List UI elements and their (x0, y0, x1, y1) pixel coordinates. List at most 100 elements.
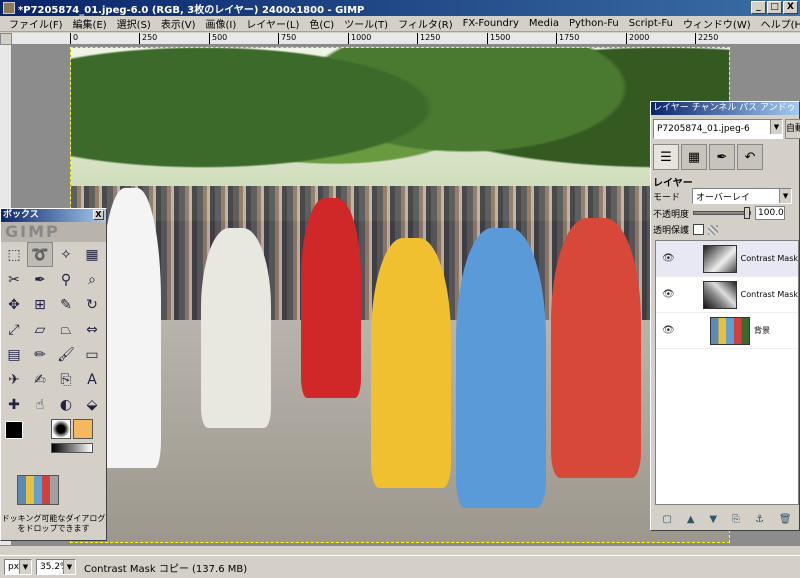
mode-select[interactable]: オーバーレイ ▼ (692, 188, 793, 204)
brush-preview[interactable] (51, 419, 71, 439)
move-icon[interactable]: ✥ (1, 292, 27, 317)
menu-image[interactable]: 画像(I) (201, 16, 242, 31)
opacity-label: 不透明度 (653, 209, 690, 220)
tab-channels-icon[interactable]: ▦ (681, 144, 707, 170)
toolbox-close-button[interactable]: X (93, 210, 104, 220)
color-select-icon[interactable]: ▦ (79, 242, 105, 267)
menu-python-fu[interactable]: Python-Fu (564, 18, 624, 29)
new-layer-icon[interactable]: ▢ (662, 514, 671, 525)
ink-icon[interactable]: ✍ (27, 367, 53, 392)
tab-layers-icon[interactable]: ☰ (653, 144, 679, 170)
close-button[interactable]: X (783, 1, 798, 14)
menu-file[interactable]: ファイル(F) (4, 16, 68, 31)
rotate-icon[interactable]: ↻ (79, 292, 105, 317)
toolbox-title-bar: ボックス X (1, 209, 106, 222)
bucket-fill-icon[interactable]: ⬙ (79, 392, 105, 417)
image-selector-combo[interactable]: P7205874_01.jpeg-6 ▼ (653, 119, 783, 139)
menu-tools[interactable]: ツール(T) (339, 16, 393, 31)
opacity-row: 不透明度 100.0 (653, 206, 786, 220)
shear-icon[interactable]: ▱ (27, 317, 53, 342)
quick-mask-corner[interactable] (0, 33, 12, 45)
clone-icon[interactable]: ⎘ (53, 367, 79, 392)
opacity-slider[interactable] (693, 207, 752, 219)
blend-icon[interactable]: ▤ (1, 342, 27, 367)
gradient-preview[interactable] (51, 443, 93, 453)
chevron-down-icon[interactable]: ▼ (770, 120, 782, 134)
chevron-down-icon[interactable]: ▼ (19, 560, 31, 574)
heal-icon[interactable]: ✚ (1, 392, 27, 417)
mode-row: モード オーバーレイ ▼ (653, 188, 793, 204)
text-icon[interactable]: A (79, 367, 105, 392)
layer-name[interactable]: Contrast Mask (741, 290, 798, 299)
eraser-icon[interactable]: ▭ (79, 342, 105, 367)
checkerboard-icon (708, 224, 719, 235)
layer-row[interactable]: 👁 Contrast Mask (656, 277, 798, 313)
menu-help[interactable]: ヘルプ(H) (756, 16, 800, 31)
menu-edit[interactable]: 編集(E) (68, 16, 112, 31)
ruler-tick: 250 (139, 33, 157, 44)
delete-layer-icon[interactable]: 🗑 (779, 514, 792, 525)
lock-alpha-checkbox[interactable] (693, 224, 705, 235)
layer-thumbnail (702, 244, 737, 273)
rect-select-icon[interactable]: ⬚ (1, 242, 27, 267)
auto-button[interactable]: 自動 (785, 119, 800, 139)
menu-windows[interactable]: ウィンドウ(W) (678, 16, 756, 31)
menu-layer[interactable]: レイヤー(L) (241, 16, 304, 31)
opacity-slider-handle[interactable] (744, 207, 751, 219)
unit-select[interactable]: px ▼ (4, 559, 32, 575)
menu-script-fu[interactable]: Script-Fu (624, 18, 678, 29)
tab-undo-icon[interactable]: ↶ (737, 144, 763, 170)
image-canvas[interactable] (70, 47, 730, 543)
ruler-tick: 0 (70, 33, 78, 44)
eye-icon[interactable]: 👁 (662, 253, 676, 264)
dock-title-bar: レイヤー チャンネル パス アンドゥ (651, 102, 799, 115)
zoom-select[interactable]: 35.2% ▼ (36, 559, 76, 575)
free-select-icon[interactable]: ➰ (27, 242, 53, 267)
layer-row[interactable]: 👁 Contrast Mask (656, 241, 798, 277)
menu-view[interactable]: 表示(V) (156, 16, 201, 31)
eye-icon[interactable]: 👁 (662, 325, 678, 336)
menu-fx-foundry[interactable]: FX-Foundry (458, 18, 524, 29)
foreground-color-swatch[interactable] (5, 421, 23, 439)
minimize-button[interactable]: _ (751, 1, 766, 14)
window-title: *P7205874_01.jpeg-6.0 (RGB, 3枚のレイヤー) 240… (18, 4, 365, 16)
layer-name[interactable]: Contrast Mask (741, 254, 798, 263)
scale-icon[interactable]: ⤢ (1, 317, 27, 342)
dodge-burn-icon[interactable]: ◐ (53, 392, 79, 417)
layer-name[interactable]: 背景 (754, 325, 770, 336)
color-picker-icon[interactable]: ⚲ (53, 267, 79, 292)
menu-media[interactable]: Media (524, 18, 564, 29)
zoom-icon[interactable]: ⌕ (79, 267, 105, 292)
active-image-thumbnail[interactable] (17, 475, 59, 505)
crop-icon[interactable]: ✎ (53, 292, 79, 317)
menu-filters[interactable]: フィルタ(R) (393, 16, 458, 31)
horizontal-scrollbar[interactable] (0, 545, 800, 555)
paths-icon[interactable]: ✒ (27, 267, 53, 292)
chevron-down-icon[interactable]: ▼ (63, 560, 75, 574)
horizontal-ruler[interactable]: 0 250 500 750 1000 1250 1500 1750 2000 2… (12, 33, 800, 45)
menu-select[interactable]: 選択(S) (112, 16, 156, 31)
perspective-icon[interactable]: ⏢ (53, 317, 79, 342)
menu-colors[interactable]: 色(C) (304, 16, 339, 31)
flip-icon[interactable]: ⇔ (79, 317, 105, 342)
eye-icon[interactable]: 👁 (662, 289, 676, 300)
anchor-layer-icon[interactable]: ⚓ (755, 514, 764, 525)
layer-list[interactable]: 👁 Contrast Mask 👁 Contrast Mask 👁 背景 (655, 240, 799, 505)
scissors-icon[interactable]: ✂ (1, 267, 27, 292)
maximize-button[interactable]: □ (767, 1, 782, 14)
pencil-icon[interactable]: ✏ (27, 342, 53, 367)
opacity-input[interactable]: 100.0 (755, 206, 786, 220)
chevron-down-icon[interactable]: ▼ (779, 189, 792, 203)
fuzzy-select-icon[interactable]: ✧ (53, 242, 79, 267)
pattern-preview[interactable] (73, 419, 93, 439)
raise-layer-icon[interactable]: ▲ (687, 514, 695, 525)
paintbrush-icon[interactable]: 🖌 (53, 342, 79, 367)
airbrush-icon[interactable]: ✈ (1, 367, 27, 392)
align-icon[interactable]: ⊞ (27, 292, 53, 317)
duplicate-layer-icon[interactable]: ⎘ (732, 514, 740, 525)
layer-row[interactable]: 👁 背景 (656, 313, 798, 349)
tab-paths-icon[interactable]: ✒ (709, 144, 735, 170)
smudge-icon[interactable]: ☝ (27, 392, 53, 417)
lower-layer-icon[interactable]: ▼ (709, 514, 717, 525)
ruler-tick: 1000 (348, 33, 371, 44)
